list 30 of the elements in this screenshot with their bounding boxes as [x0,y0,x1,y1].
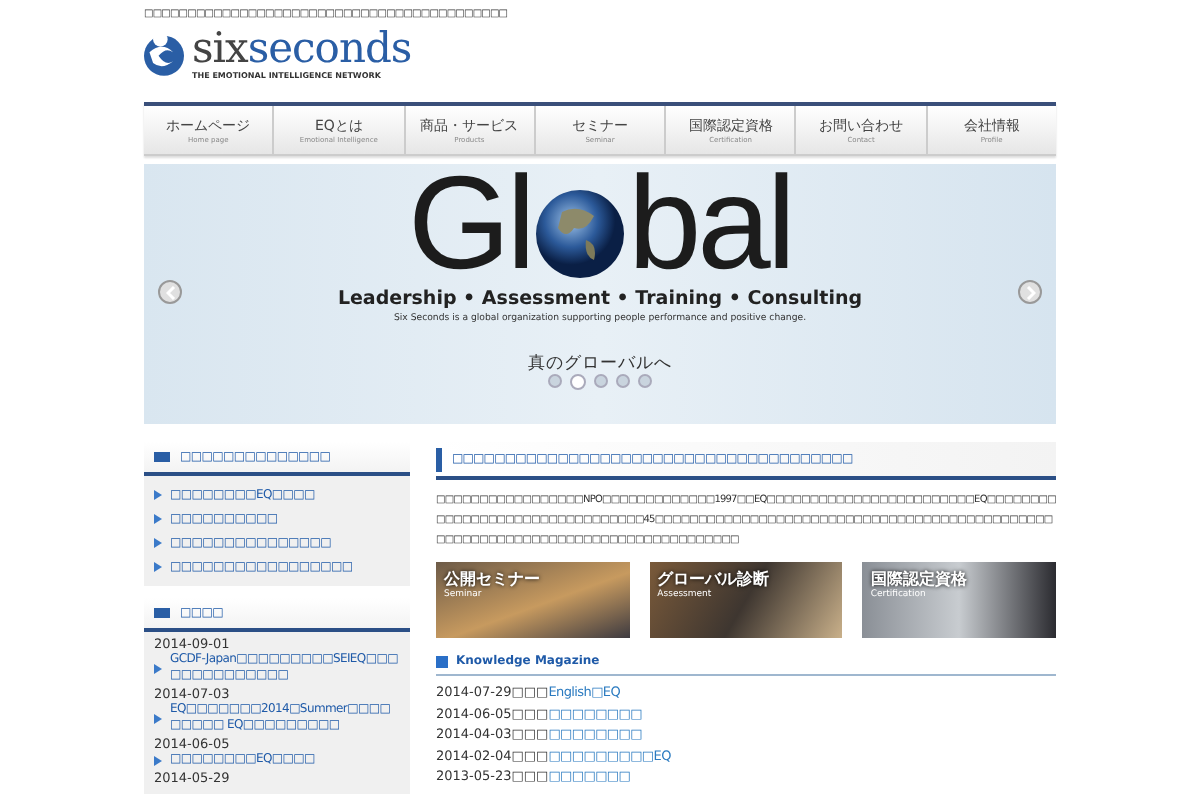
logo-wordmark[interactable]: sixseconds [192,29,412,67]
triangle-bullet-icon [154,513,162,523]
card-title: 公開セミナー [444,568,540,589]
chevron-icon [165,285,175,299]
slide-dot[interactable] [638,374,652,388]
title-text: Gl [407,164,532,288]
globe-icon [533,188,626,280]
logo-icon [144,30,184,78]
slide-dot[interactable] [570,374,586,390]
previous-slide-button[interactable] [158,280,182,304]
card-title: グローバル診断 [657,568,770,589]
section-icon [154,608,170,618]
next-slide-button[interactable] [1018,280,1042,304]
triangle-bullet-icon [154,561,162,571]
heading-bar [436,447,442,471]
title-text: bal [627,164,793,288]
triangle-bullet-icon [154,713,162,723]
triangle-bullet-icon [154,489,162,499]
slide-dot[interactable] [616,374,630,388]
slide-dot[interactable] [548,374,562,388]
section-icon [154,452,170,462]
triangle-bullet-icon [154,537,162,547]
slide-caption: 真のグローバルへ [528,352,672,376]
card-title: 国際認定資格 [870,568,967,589]
triangle-bullet-icon [154,755,162,765]
triangle-bullet-icon [154,663,162,673]
square-icon [436,655,448,667]
slide-dot[interactable] [594,374,608,388]
chevron-icon [1025,285,1035,299]
services-headline: Leadership • Assessment • Training • Consulting [337,288,863,310]
